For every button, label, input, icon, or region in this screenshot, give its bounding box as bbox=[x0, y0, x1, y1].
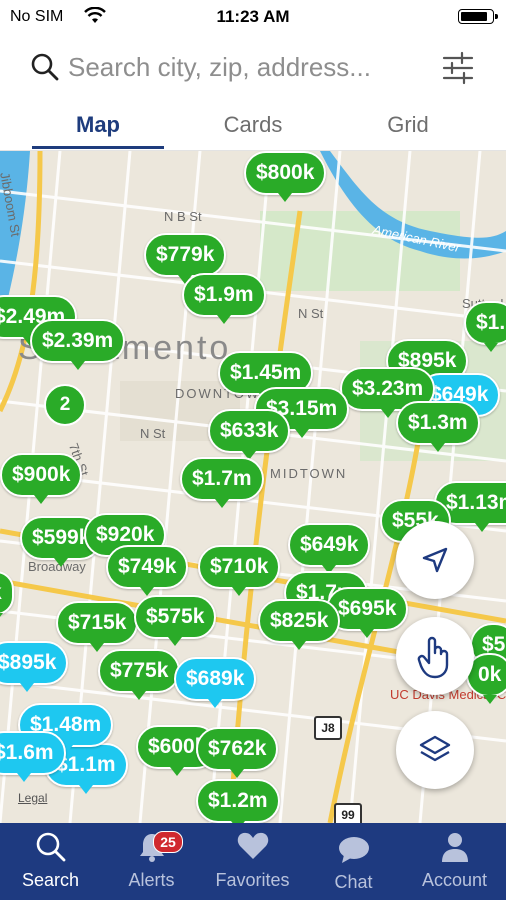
alerts-badge: 25 bbox=[153, 831, 183, 853]
search-icon bbox=[36, 832, 65, 862]
price-pin[interactable]: $1.3m bbox=[396, 401, 480, 452]
nav-favorites[interactable]: Favorites bbox=[202, 823, 303, 900]
status-bar: No SIM 11:23 AM bbox=[0, 0, 506, 34]
price-pin[interactable]: $715k bbox=[56, 601, 139, 652]
price-pin[interactable]: $710k bbox=[198, 545, 281, 596]
price-pin[interactable]: $1.6m bbox=[0, 731, 66, 782]
nav-account[interactable]: Account bbox=[404, 823, 505, 900]
tab-cards[interactable]: Cards bbox=[186, 112, 320, 138]
street-label: N B St bbox=[164, 209, 202, 224]
filter-sliders-icon[interactable] bbox=[440, 50, 476, 86]
person-icon bbox=[441, 833, 468, 862]
search-bar bbox=[0, 40, 506, 96]
price-pin[interactable]: $1.7m bbox=[180, 457, 264, 508]
nav-chat[interactable]: Chat bbox=[303, 823, 404, 900]
draw-search-button[interactable] bbox=[396, 617, 474, 695]
layers-icon bbox=[419, 735, 451, 762]
draw-hand-icon bbox=[417, 636, 449, 679]
price-pin[interactable]: $633k bbox=[208, 409, 291, 460]
price-pin[interactable]: $575k bbox=[134, 595, 217, 646]
price-pin[interactable]: $895k bbox=[0, 641, 69, 692]
price-pin[interactable]: $800k bbox=[244, 151, 327, 202]
tab-map[interactable]: Map bbox=[32, 112, 164, 138]
price-pin[interactable]: $749k bbox=[106, 545, 189, 596]
view-tabs: Map Cards Grid bbox=[0, 100, 506, 151]
nav-label: Chat bbox=[334, 872, 373, 892]
street-label: N St bbox=[140, 426, 166, 441]
price-pin[interactable]: $1.9m bbox=[182, 273, 266, 324]
search-icon bbox=[31, 53, 59, 81]
nav-label: Search bbox=[21, 870, 80, 890]
price-pin[interactable]: $689k bbox=[174, 657, 257, 708]
heart-icon bbox=[237, 832, 268, 859]
nav-label: Favorites bbox=[215, 870, 290, 890]
district-label: MIDTOWN bbox=[270, 466, 348, 481]
price-pin[interactable]: $1. bbox=[464, 301, 506, 352]
legal-link[interactable]: Legal bbox=[18, 791, 47, 805]
price-pin[interactable]: $2.39m bbox=[30, 319, 126, 370]
locate-button[interactable] bbox=[396, 521, 474, 599]
highway-shield: 99 bbox=[334, 803, 362, 823]
price-pin[interactable]: $1.2m bbox=[196, 779, 280, 823]
price-pin[interactable]: $775k bbox=[98, 649, 181, 700]
price-pin[interactable]: $779k bbox=[144, 233, 227, 284]
price-pin[interactable]: $825k bbox=[258, 599, 341, 650]
battery-icon bbox=[458, 9, 498, 24]
active-tab-indicator bbox=[32, 146, 164, 149]
listing-cluster[interactable]: 2 bbox=[44, 384, 86, 426]
locate-icon bbox=[422, 547, 448, 573]
nav-label: Alerts bbox=[128, 870, 175, 890]
bottom-nav: Search 25 Alerts Favorites Chat Account bbox=[0, 823, 506, 900]
status-time: 11:23 AM bbox=[216, 7, 290, 26]
map-layers-button[interactable] bbox=[396, 711, 474, 789]
price-pin[interactable]: $762k bbox=[196, 727, 279, 778]
nav-alerts[interactable]: 25 Alerts bbox=[101, 823, 202, 900]
nav-search[interactable]: Search bbox=[0, 823, 101, 900]
nav-label: Account bbox=[421, 870, 488, 890]
highway-shield: J8 bbox=[314, 716, 342, 740]
price-pin[interactable]: $900k bbox=[0, 453, 83, 504]
tab-grid[interactable]: Grid bbox=[342, 112, 474, 138]
search-input[interactable] bbox=[68, 50, 428, 84]
price-pin[interactable]: $649k bbox=[288, 523, 371, 574]
map-view[interactable]: Jibboom St N B St N St 7th St N St Broad… bbox=[0, 151, 506, 823]
chat-icon bbox=[338, 837, 369, 863]
street-label: N St bbox=[298, 306, 324, 321]
